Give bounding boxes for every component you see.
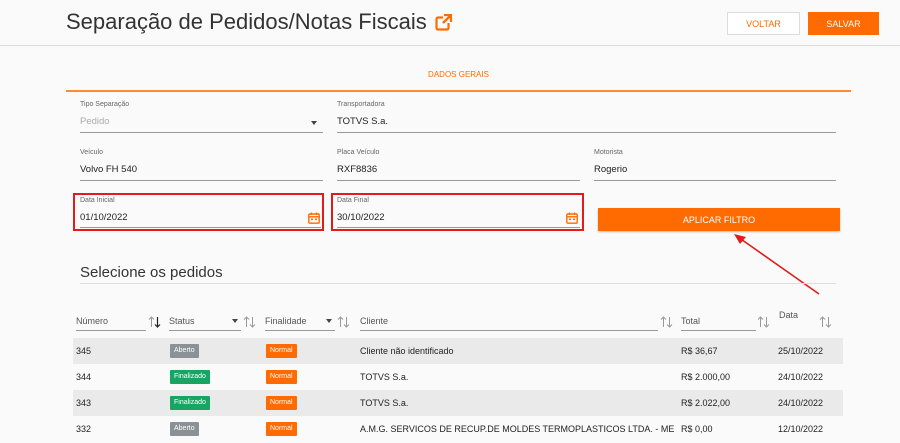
cell-cliente: TOTVS S.a. — [360, 372, 409, 382]
transportadora-field[interactable]: Transportadora TOTVS S.a. — [337, 101, 836, 133]
page-header: Separação de Pedidos/Notas Fiscais VOLTA… — [0, 0, 900, 46]
cell-data: 24/10/2022 — [778, 398, 824, 408]
data-final-value: 30/10/2022 — [337, 212, 385, 223]
chevron-down-icon — [311, 121, 317, 125]
cell-cliente: TOTVS S.a. — [360, 398, 409, 408]
sort-icon[interactable] — [660, 316, 673, 328]
sort-icon[interactable] — [757, 316, 770, 328]
cell-cliente: A.M.G. SERVICOS DE RECUP.DE MOLDES TERMO… — [360, 424, 675, 434]
col-data: Data — [779, 310, 799, 320]
veiculo-label: Veículo — [80, 149, 103, 156]
tab-dados-gerais[interactable]: DADOS GERAIS — [66, 66, 851, 92]
status-badge: Aberto — [170, 344, 199, 358]
motorista-value: Rogerio — [594, 164, 628, 175]
motorista-field[interactable]: Motorista Rogerio — [594, 149, 836, 181]
transportadora-label: Transportadora — [337, 101, 385, 108]
cell-data: 24/10/2022 — [778, 372, 824, 382]
cell-numero: 332 — [76, 424, 92, 434]
veiculo-value: Volvo FH 540 — [80, 164, 138, 175]
cell-data: 25/10/2022 — [778, 346, 824, 356]
col-finalidade[interactable]: Finalidade — [265, 316, 307, 326]
status-badge: Aberto — [170, 422, 199, 436]
annotation-arrow — [734, 234, 820, 295]
sort-icon[interactable] — [337, 316, 350, 328]
calendar-icon[interactable] — [566, 212, 578, 224]
col-cliente: Cliente — [360, 316, 389, 326]
data-inicial-field[interactable]: Data Inicial 01/10/2022 — [80, 197, 321, 228]
col-total: Total — [681, 316, 701, 326]
sort-icon[interactable] — [148, 316, 161, 328]
page-title: Separação de Pedidos/Notas Fiscais — [66, 9, 452, 35]
data-inicial-label: Data Inicial — [80, 197, 115, 204]
cell-total: R$ 2.000,00 — [681, 372, 731, 382]
motorista-label: Motorista — [594, 149, 623, 156]
table-row[interactable]: 345 Aberto Normal Cliente não identifica… — [73, 338, 843, 364]
tipo-separacao-select[interactable]: Tipo Separação Pedido — [80, 101, 323, 133]
status-badge: Finalizado — [170, 370, 210, 384]
data-inicial-value: 01/10/2022 — [80, 212, 128, 223]
cell-total: R$ 2.022,00 — [681, 398, 731, 408]
cell-numero: 345 — [76, 346, 92, 356]
placa-veiculo-field[interactable]: Placa Veículo RXF8836 — [337, 149, 580, 181]
placa-veiculo-label: Placa Veículo — [337, 149, 380, 156]
status-badge: Finalizado — [170, 396, 210, 410]
data-final-label: Data Final — [337, 197, 369, 204]
table-row[interactable]: 332 Aberto Normal A.M.G. SERVICOS DE REC… — [73, 416, 843, 442]
salvar-button[interactable]: SALVAR — [808, 12, 879, 35]
col-status[interactable]: Status — [169, 316, 195, 326]
table-row[interactable]: 344 Finalizado Normal TOTVS S.a. R$ 2.00… — [73, 364, 843, 390]
chevron-down-icon[interactable] — [326, 319, 332, 323]
finalidade-badge: Normal — [266, 422, 297, 436]
page-title-text: Separação de Pedidos/Notas Fiscais — [66, 9, 427, 34]
finalidade-badge: Normal — [266, 396, 297, 410]
external-link-icon[interactable] — [435, 13, 452, 31]
cell-cliente: Cliente não identificado — [360, 346, 454, 356]
cell-total: R$ 36,67 — [681, 346, 718, 356]
placa-veiculo-value: RXF8836 — [337, 164, 378, 175]
cell-total: R$ 0,00 — [681, 424, 713, 434]
orders-section-title: Selecione os pedidos — [80, 264, 223, 281]
col-numero: Número — [76, 316, 109, 326]
tipo-separacao-label: Tipo Separação — [80, 101, 130, 108]
table-row[interactable]: 343 Finalizado Normal TOTVS S.a. R$ 2.02… — [73, 390, 843, 416]
cell-data: 12/10/2022 — [778, 424, 824, 434]
veiculo-field[interactable]: Veículo Volvo FH 540 — [80, 149, 323, 181]
chevron-down-icon[interactable] — [232, 319, 238, 323]
cell-numero: 343 — [76, 398, 92, 408]
finalidade-badge: Normal — [266, 370, 297, 384]
sort-icon[interactable] — [819, 316, 832, 328]
sort-icon[interactable] — [243, 316, 256, 328]
finalidade-badge: Normal — [266, 344, 297, 358]
transportadora-value: TOTVS S.a. — [337, 116, 389, 127]
voltar-button[interactable]: VOLTAR — [727, 12, 800, 35]
data-final-field[interactable]: Data Final 30/10/2022 — [337, 197, 580, 228]
cell-numero: 344 — [76, 372, 92, 382]
tipo-separacao-value: Pedido — [80, 116, 110, 127]
calendar-icon[interactable] — [308, 212, 320, 224]
